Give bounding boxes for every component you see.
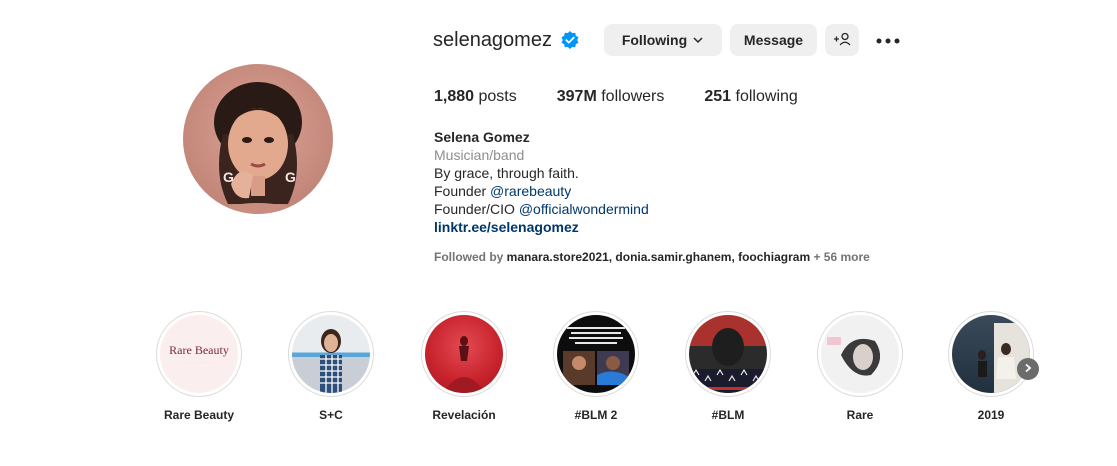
verified-badge-icon [560, 30, 580, 50]
bio-link[interactable]: linktr.ee/selenagomez [434, 218, 649, 236]
highlight-label: #BLM [711, 408, 745, 422]
highlight-cover[interactable] [685, 311, 771, 397]
svg-text:G: G [223, 169, 234, 185]
message-button[interactable]: Message [730, 24, 817, 56]
add-user-icon [833, 32, 851, 49]
posts-count: 1,880 posts [434, 88, 517, 105]
highlight-cover[interactable] [948, 311, 1034, 397]
username: selenagomez [433, 29, 552, 51]
highlight-sc[interactable]: S+C [288, 311, 374, 422]
bio-line: By grace, through faith. [434, 165, 579, 181]
highlight-label: Rare Beauty [163, 408, 235, 422]
profile-stats: 1,880 posts 397M followers 251 following [434, 88, 838, 106]
highlight-rare[interactable]: Rare [817, 311, 903, 422]
highlight-cover[interactable] [553, 311, 639, 397]
highlights-next-button[interactable] [1017, 358, 1039, 380]
avatar-illustration: G G [203, 82, 313, 214]
message-label: Message [743, 32, 804, 48]
mention-link[interactable]: @rarebeauty [490, 183, 571, 199]
chevron-right-icon [1023, 360, 1033, 378]
highlight-blm-2[interactable]: #BLM 2 [553, 311, 639, 422]
add-user-button[interactable] [825, 24, 859, 56]
bio-line: Founder @rarebeauty [434, 183, 572, 199]
following-button[interactable]: Following [604, 24, 722, 56]
highlight-label: Rare [846, 408, 874, 422]
highlight-label: Revelación [432, 408, 496, 422]
highlight-revelacion[interactable]: Revelación [421, 311, 507, 422]
profile-avatar[interactable]: G G [183, 64, 333, 214]
more-options-button[interactable] [872, 24, 904, 56]
mention-link[interactable]: @officialwondermind [519, 201, 649, 217]
svg-text:G: G [285, 169, 296, 185]
highlight-rare-beauty[interactable]: Rare Beauty · · · · · · · · · · Rare Bea… [156, 311, 242, 422]
highlight-cover[interactable] [817, 311, 903, 397]
highlight-cover[interactable]: Rare Beauty · · · · · · · · · · [156, 311, 242, 397]
highlight-cover[interactable] [288, 311, 374, 397]
chevron-down-icon [692, 34, 704, 46]
followed-by[interactable]: Followed by manara.store2021, donia.sami… [434, 250, 870, 264]
highlight-2019[interactable]: 2019 [948, 311, 1034, 422]
highlight-label: S+C [319, 408, 343, 422]
following-label: Following [621, 32, 688, 48]
highlight-label: 2019 [977, 408, 1005, 422]
following-count[interactable]: 251 following [704, 88, 797, 106]
bio: Selena Gomez Musician/band By grace, thr… [434, 128, 649, 236]
profile-header: selenagomez [433, 24, 580, 56]
category: Musician/band [434, 147, 525, 163]
more-options-icon [876, 31, 900, 49]
bio-line: Founder/CIO @officialwondermind [434, 201, 649, 217]
highlight-cover[interactable] [421, 311, 507, 397]
followers-count[interactable]: 397M followers [557, 88, 665, 106]
highlight-label: #BLM 2 [574, 408, 618, 422]
highlight-blm[interactable]: #BLM [685, 311, 771, 422]
full-name: Selena Gomez [434, 129, 530, 145]
